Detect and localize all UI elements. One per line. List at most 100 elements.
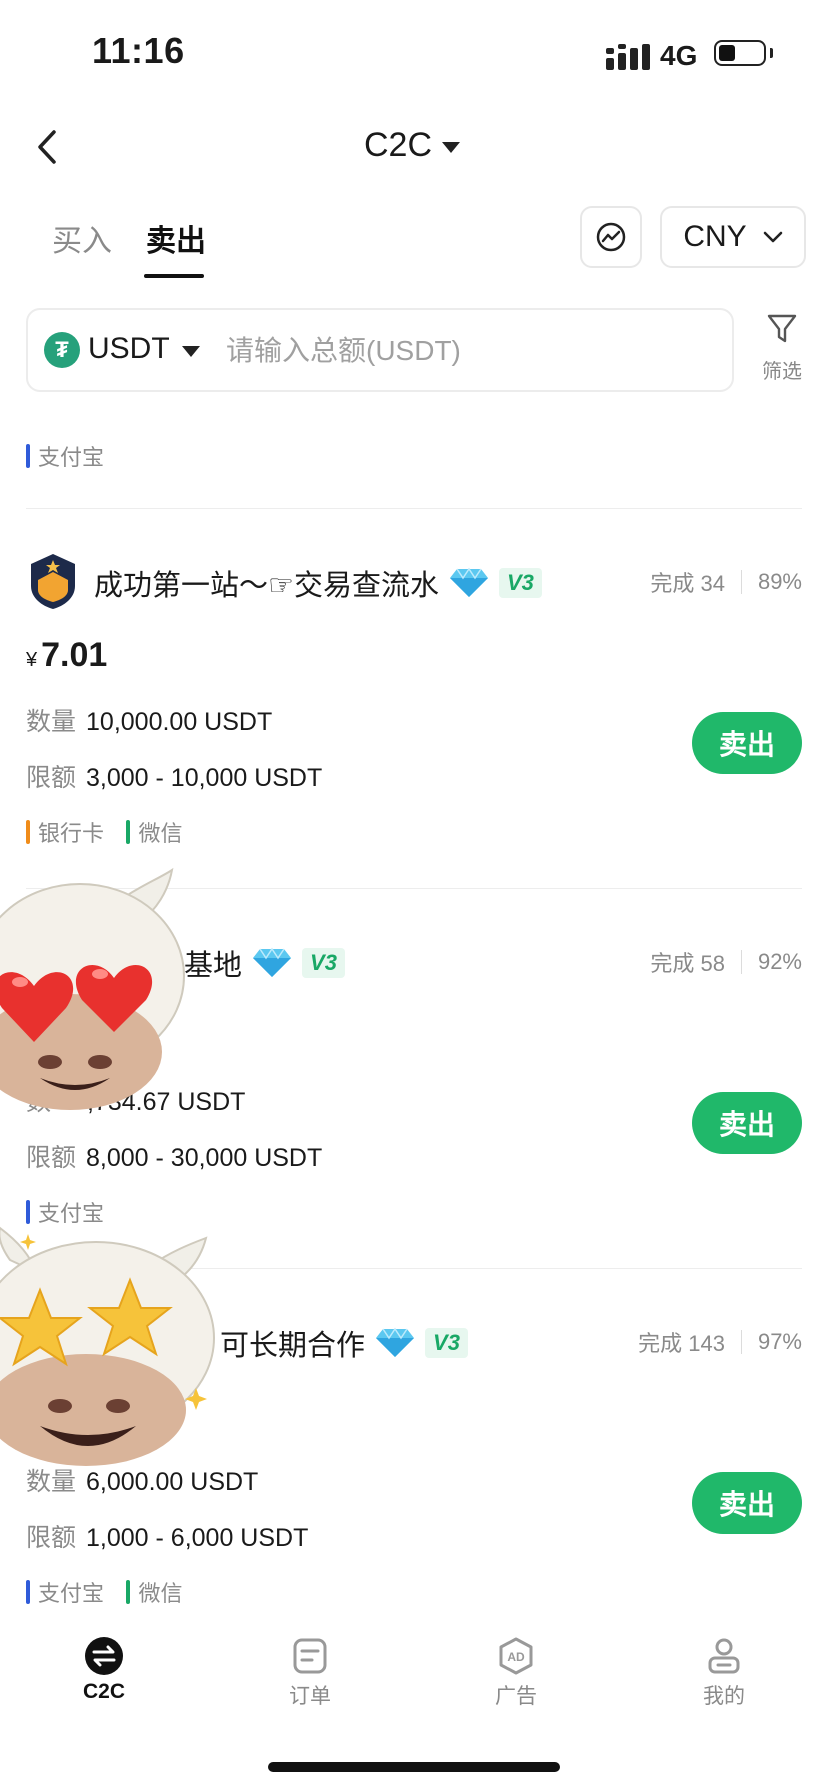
payment-methods: 支付宝 xyxy=(26,440,122,473)
nav-label: C2C xyxy=(82,1680,125,1703)
payment-tag-alipay: 支付宝 xyxy=(26,440,104,472)
price-chart-button[interactable] xyxy=(580,206,642,268)
filter-label: 筛选 xyxy=(762,361,802,383)
limit-row: 限额 8,000 - 30,000 USDT xyxy=(26,1138,322,1174)
diamond-icon xyxy=(253,947,292,977)
diamond-icon xyxy=(376,1327,415,1357)
merchant-level-badge: V3 xyxy=(499,568,542,598)
merchant-name[interactable]: 成功第一站～☞交易查流水 xyxy=(94,562,439,604)
completed-orders: 完成 58 xyxy=(650,951,725,976)
home-indicator[interactable] xyxy=(268,1762,560,1772)
completed-orders: 完成 143 xyxy=(638,1331,725,1356)
market-switcher[interactable]: C2C xyxy=(364,126,461,165)
coin-selector[interactable]: USDT xyxy=(88,332,170,366)
bottom-nav: C2C 订单 AD 广告 我的 xyxy=(0,1612,828,1712)
amount-search-box: ₮ USDT xyxy=(26,308,734,392)
completion-rate: 97% xyxy=(757,1329,802,1354)
quantity-value: ,734.67 USDT xyxy=(87,1088,246,1116)
status-time: 11:16 xyxy=(92,30,185,71)
page-title: C2C xyxy=(364,126,433,164)
tab-buy[interactable]: 买入 xyxy=(52,216,112,260)
completed-orders: 完成 34 xyxy=(650,571,725,596)
amount-input[interactable] xyxy=(224,324,708,378)
quantity-label: 数 xyxy=(26,1088,52,1116)
nav-label: 我的 xyxy=(703,1685,745,1708)
tether-icon: ₮ xyxy=(44,332,80,368)
currency-label: CNY xyxy=(683,220,747,253)
stats-separator xyxy=(740,570,742,594)
alipay-color-bar xyxy=(26,444,30,468)
nav-label: 订单 xyxy=(289,1685,331,1708)
quantity-row: 数 ,734.67 USDT xyxy=(26,1082,245,1118)
payment-methods: 银行卡 微信 xyxy=(26,816,200,849)
merchant-level-badge: V3 xyxy=(425,1328,468,1358)
chevron-down-icon xyxy=(763,231,782,243)
divider xyxy=(26,508,802,509)
alipay-color-bar xyxy=(26,1200,30,1224)
swap-icon xyxy=(85,1637,123,1675)
filter-button[interactable]: 筛选 xyxy=(756,312,808,386)
completion-rate: 89% xyxy=(757,569,802,594)
quantity-label: 数量 xyxy=(26,708,77,736)
quantity-value: 6,000.00 USDT xyxy=(86,1468,259,1496)
stats-separator xyxy=(740,1330,742,1354)
quantity-label: 数量 xyxy=(26,1468,77,1496)
payment-tag-bank-card: 银行卡 xyxy=(26,816,104,848)
trend-chart-icon xyxy=(596,222,626,252)
nav-ads[interactable]: AD 广告 xyxy=(456,1636,576,1710)
nav-c2c[interactable]: C2C xyxy=(44,1636,164,1704)
sell-button[interactable]: 卖出 xyxy=(692,712,802,774)
stats-separator xyxy=(740,950,742,974)
limit-value: 8,000 - 30,000 USDT xyxy=(86,1144,323,1172)
listing-card: 可长期合作 V3 完成 143 97% 数量 6,000.00 USDT 限额 1,… xyxy=(0,1312,828,1612)
quantity-row: 数量 10,000.00 USDT xyxy=(26,702,272,738)
payment-methods: 支付宝 微信 xyxy=(26,1576,200,1609)
limit-label: 限额 xyxy=(26,1524,77,1552)
merchant-name[interactable]: 基地 xyxy=(184,942,242,984)
listing-card: 基地 V3 完成 58 92% 数 ,734.67 USDT 限额 8,000 - … xyxy=(0,932,828,1232)
ad-icon: AD xyxy=(499,1637,533,1675)
merchant-stats: 完成 34 89% xyxy=(650,566,802,598)
merchant-avatar xyxy=(31,554,75,609)
filter-icon xyxy=(767,314,797,343)
tab-active-indicator xyxy=(144,274,204,278)
svg-text:AD: AD xyxy=(507,1650,525,1664)
merchant-row[interactable]: 可长期合作 V3 xyxy=(220,1322,468,1364)
currency-symbol: ¥ xyxy=(26,649,38,671)
sell-button[interactable]: 卖出 xyxy=(692,1472,802,1534)
caret-down-icon[interactable] xyxy=(182,346,200,357)
wechat-color-bar xyxy=(126,820,131,844)
merchant-stats: 完成 143 97% xyxy=(638,1326,802,1358)
merchant-row[interactable]: 成功第一站～☞交易查流水 V3 xyxy=(94,562,542,604)
merchant-stats: 完成 58 92% xyxy=(650,946,802,978)
merchant-name[interactable]: 可长期合作 xyxy=(220,1322,365,1364)
quantity-row: 数量 6,000.00 USDT xyxy=(26,1462,258,1498)
currency-selector[interactable]: CNY xyxy=(660,206,806,268)
payment-methods: 支付宝 xyxy=(26,1196,122,1229)
nav-orders[interactable]: 订单 xyxy=(250,1636,370,1710)
alipay-color-bar xyxy=(26,1580,30,1604)
nav-label: 广告 xyxy=(495,1685,537,1708)
completion-rate: 92% xyxy=(757,949,802,974)
profile-icon xyxy=(708,1638,740,1674)
payment-tag-wechat: 微信 xyxy=(126,1576,182,1608)
sell-button[interactable]: 卖出 xyxy=(692,1092,802,1154)
listing-card: 成功第一站～☞交易查流水 V3 完成 34 89% ¥7.01 数量 10,000… xyxy=(0,552,828,852)
wechat-color-bar xyxy=(126,1580,131,1604)
divider xyxy=(26,1268,802,1269)
battery-cap xyxy=(770,48,773,58)
back-icon[interactable] xyxy=(34,128,62,166)
signal-icon xyxy=(606,44,650,70)
nav-profile[interactable]: 我的 xyxy=(664,1636,784,1710)
tab-sell[interactable]: 卖出 xyxy=(146,216,206,260)
battery-icon xyxy=(714,40,766,66)
diamond-icon xyxy=(450,567,488,597)
divider xyxy=(26,888,802,889)
order-icon xyxy=(293,1638,327,1674)
limit-row: 限额 3,000 - 10,000 USDT xyxy=(26,758,322,794)
limit-value: 1,000 - 6,000 USDT xyxy=(86,1524,309,1552)
payment-tag-alipay: 支付宝 xyxy=(26,1196,104,1228)
payment-tag-alipay: 支付宝 xyxy=(26,1576,104,1608)
limit-label: 限额 xyxy=(26,764,77,792)
merchant-row[interactable]: 基地 V3 xyxy=(184,942,345,984)
